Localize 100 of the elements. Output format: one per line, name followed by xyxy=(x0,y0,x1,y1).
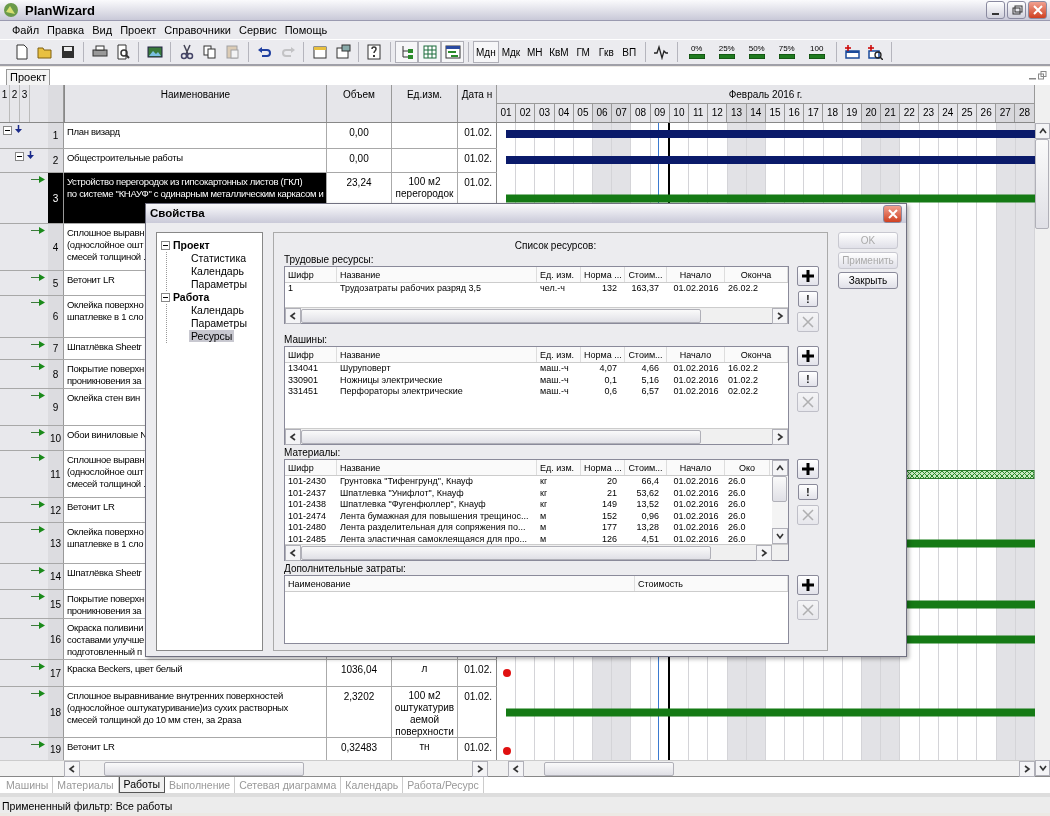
table-button[interactable] xyxy=(418,41,441,63)
menu-item[interactable]: Справочники xyxy=(160,23,235,37)
dialog-button[interactable]: Закрыть xyxy=(838,272,898,289)
row-number[interactable]: 11 xyxy=(48,451,64,497)
add-button[interactable] xyxy=(797,346,819,366)
tree-item[interactable]: Ресурсы xyxy=(189,330,235,342)
row-number[interactable]: 12 xyxy=(48,498,64,522)
tree-item[interactable]: Параметры xyxy=(189,317,249,329)
add-button[interactable] xyxy=(797,266,819,286)
expander-icon[interactable] xyxy=(15,152,24,161)
view-tab[interactable]: Работы xyxy=(118,777,166,793)
column-header[interactable]: Наименование xyxy=(64,85,327,122)
column-header[interactable]: Начало xyxy=(667,267,725,282)
column-header[interactable]: Оконча xyxy=(725,347,788,362)
column-header[interactable]: Шифр xyxy=(285,460,337,475)
row-number[interactable]: 15 xyxy=(48,590,64,618)
scroll-right-button[interactable] xyxy=(772,308,788,324)
menu-item[interactable]: Вид xyxy=(88,23,117,37)
level-button[interactable]: 3 xyxy=(20,85,30,122)
add-button[interactable] xyxy=(797,459,819,479)
zoom-button[interactable]: Мдк xyxy=(498,41,524,63)
tree-item[interactable]: Календарь xyxy=(189,304,246,316)
tree-item[interactable]: Работа xyxy=(173,291,210,304)
zoom-button[interactable]: МН xyxy=(523,41,547,63)
row-number[interactable]: 16 xyxy=(48,619,64,659)
column-header[interactable]: Начало xyxy=(667,460,725,475)
restore-button[interactable] xyxy=(1007,1,1026,19)
zoom-button[interactable]: ГМ xyxy=(571,41,595,63)
scroll-left-button[interactable] xyxy=(64,761,80,777)
gantt-button[interactable] xyxy=(441,41,464,63)
edit-button[interactable]: ! xyxy=(798,371,818,387)
tree-item[interactable]: Календарь xyxy=(189,265,246,277)
column-header[interactable]: Норма ... xyxy=(581,460,625,475)
row-number[interactable]: 2 xyxy=(48,149,64,172)
edit-button[interactable]: ! xyxy=(798,291,818,307)
column-header[interactable]: Название xyxy=(337,267,537,282)
column-header[interactable]: Название xyxy=(337,347,537,362)
zoom-button[interactable]: КвМ xyxy=(546,41,572,63)
column-header[interactable]: Наименование xyxy=(285,576,635,591)
column-header[interactable]: Ед. изм. xyxy=(537,347,581,362)
close-button[interactable] xyxy=(883,204,902,223)
scroll-left-button[interactable] xyxy=(508,761,524,777)
column-header[interactable]: Стоим... xyxy=(625,460,667,475)
scroll-left-button[interactable] xyxy=(285,545,301,561)
level-button[interactable]: 2 xyxy=(10,85,20,122)
row-number[interactable]: 7 xyxy=(48,338,64,359)
tree-item[interactable]: Проект xyxy=(173,239,210,252)
row-number[interactable]: 6 xyxy=(48,296,64,337)
row-number[interactable]: 4 xyxy=(48,224,64,270)
scrollbar-thumb[interactable] xyxy=(544,761,674,776)
row-number[interactable]: 14 xyxy=(48,564,64,589)
scroll-right-button[interactable] xyxy=(1019,761,1035,777)
level-button[interactable]: 1 xyxy=(0,85,10,122)
scroll-right-button[interactable] xyxy=(756,545,772,561)
column-header[interactable]: Стоим... xyxy=(625,267,667,282)
progress-button[interactable]: 75% xyxy=(771,41,802,63)
scroll-right-button[interactable] xyxy=(472,761,488,777)
zoom-button[interactable]: ВП xyxy=(617,41,641,63)
scroll-down-button[interactable] xyxy=(1035,760,1050,776)
row-number[interactable]: 10 xyxy=(48,426,64,450)
row-number[interactable]: 9 xyxy=(48,389,64,425)
scrollbar-thumb[interactable] xyxy=(301,308,701,323)
column-header[interactable]: Оконча xyxy=(725,267,788,282)
progress-button[interactable]: 0% xyxy=(681,41,712,63)
column-header[interactable]: Ед.изм. xyxy=(392,85,458,122)
progress-button[interactable]: 25% xyxy=(711,41,742,63)
scrollbar-thumb[interactable] xyxy=(104,761,304,776)
task-bar[interactable] xyxy=(506,194,1035,203)
tree-item[interactable]: Статистика xyxy=(189,252,249,264)
column-header[interactable]: Ед. изм. xyxy=(537,267,581,282)
collapse-icon[interactable] xyxy=(161,241,170,250)
scrollbar-thumb[interactable] xyxy=(1035,139,1049,229)
progress-button[interactable]: 50% xyxy=(741,41,772,63)
minimize-button[interactable] xyxy=(986,1,1005,19)
row-number[interactable]: 17 xyxy=(48,660,64,686)
restore-icon[interactable] xyxy=(1038,71,1047,80)
column-header[interactable]: Норма ... xyxy=(581,347,625,362)
tree-item[interactable]: Параметры xyxy=(189,278,249,290)
milestone-marker[interactable] xyxy=(503,669,511,677)
edit-button[interactable]: ! xyxy=(798,484,818,500)
menu-item[interactable]: Правка xyxy=(43,23,89,37)
task-bar[interactable] xyxy=(506,708,1035,717)
menu-item[interactable]: Файл xyxy=(8,23,44,37)
menu-item[interactable]: Сервис xyxy=(235,23,281,37)
scroll-up-button[interactable] xyxy=(772,460,788,476)
row-number[interactable]: 8 xyxy=(48,360,64,388)
row-number[interactable]: 5 xyxy=(48,271,64,295)
column-header[interactable]: Ед. изм. xyxy=(537,460,581,475)
milestone-marker[interactable] xyxy=(503,747,511,755)
scroll-up-button[interactable] xyxy=(1035,123,1050,139)
scrollbar-thumb[interactable] xyxy=(301,545,711,560)
column-header[interactable]: Название xyxy=(337,460,537,475)
column-header[interactable]: Стоим... xyxy=(625,347,667,362)
row-number[interactable]: 1 xyxy=(48,123,64,148)
document-tab[interactable]: Проект xyxy=(6,69,51,85)
column-header[interactable]: Око xyxy=(725,460,770,475)
close-button[interactable] xyxy=(1028,1,1047,19)
row-number[interactable]: 18 xyxy=(48,687,64,737)
menu-item[interactable]: Проект xyxy=(116,23,161,37)
scroll-right-button[interactable] xyxy=(772,429,788,445)
